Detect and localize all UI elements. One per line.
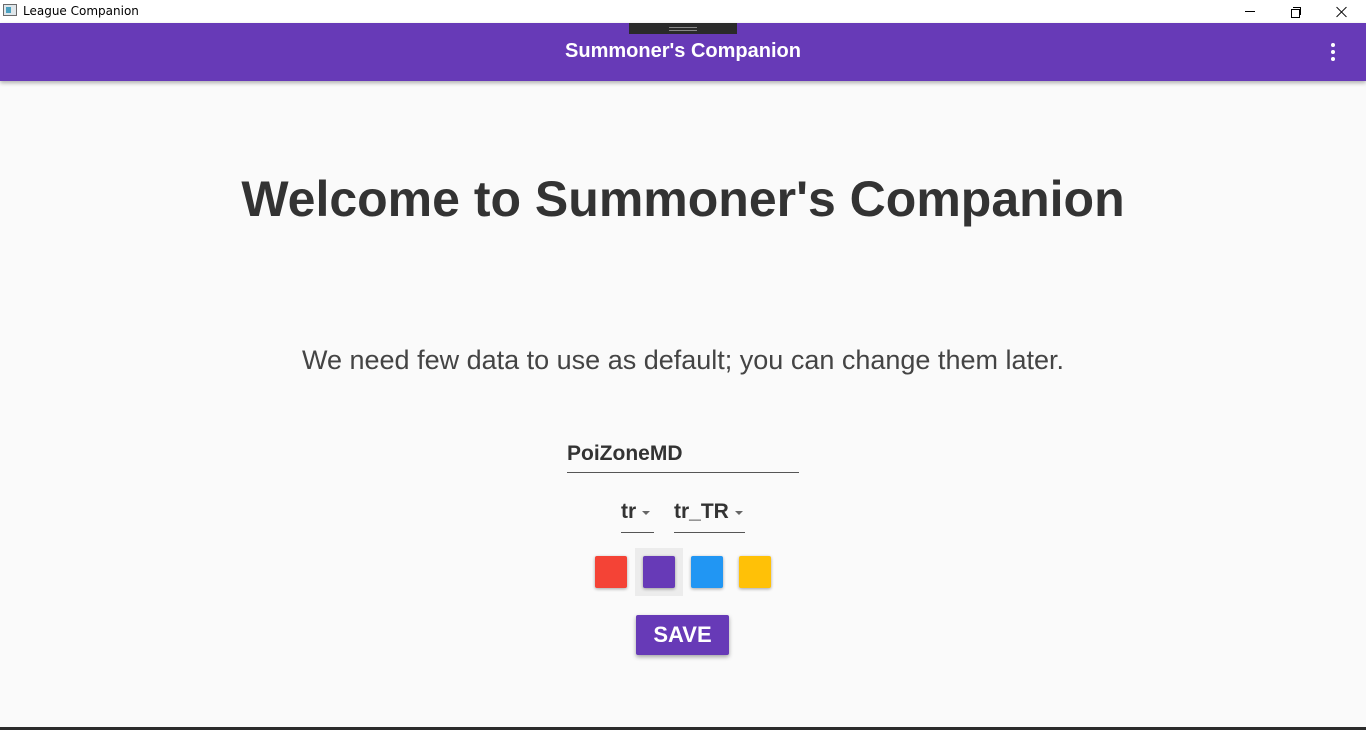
more-vert-icon[interactable] xyxy=(1318,37,1348,67)
color-swatch-red[interactable] xyxy=(587,548,635,596)
color-swatch-amber[interactable] xyxy=(731,548,779,596)
drag-handle[interactable] xyxy=(629,23,737,34)
color-swatch xyxy=(595,556,627,588)
color-swatch xyxy=(739,556,771,588)
summoner-name-input[interactable] xyxy=(567,440,799,473)
restore-icon xyxy=(1291,6,1301,18)
restore-button[interactable] xyxy=(1273,0,1319,23)
dropdown-arrow-icon xyxy=(734,511,743,515)
locale-dropdown[interactable]: tr_TR xyxy=(674,500,745,533)
subtitle-text: We need few data to use as default; you … xyxy=(302,345,1064,375)
color-swatch-purple[interactable] xyxy=(635,548,683,596)
locale-value: tr_TR xyxy=(674,500,729,523)
app-icon xyxy=(3,4,17,16)
window-titlebar: League Companion xyxy=(0,0,1366,23)
welcome-heading: Welcome to Summoner's Companion xyxy=(241,171,1125,227)
app-bar-title: Summoner's Companion xyxy=(565,40,801,62)
color-swatch xyxy=(691,556,723,588)
region-value: tr xyxy=(621,500,637,523)
dropdown-arrow-icon xyxy=(642,511,651,515)
close-icon xyxy=(1336,6,1348,18)
close-button[interactable] xyxy=(1319,0,1365,23)
window-title: League Companion xyxy=(23,4,139,18)
save-button[interactable]: SAVE xyxy=(636,615,729,655)
minimize-icon xyxy=(1245,11,1255,12)
color-swatch xyxy=(643,556,675,588)
minimize-button[interactable] xyxy=(1227,0,1273,23)
app-bar: Summoner's Companion xyxy=(0,23,1366,81)
region-dropdown[interactable]: tr xyxy=(621,500,654,533)
color-swatch-blue[interactable] xyxy=(683,548,731,596)
